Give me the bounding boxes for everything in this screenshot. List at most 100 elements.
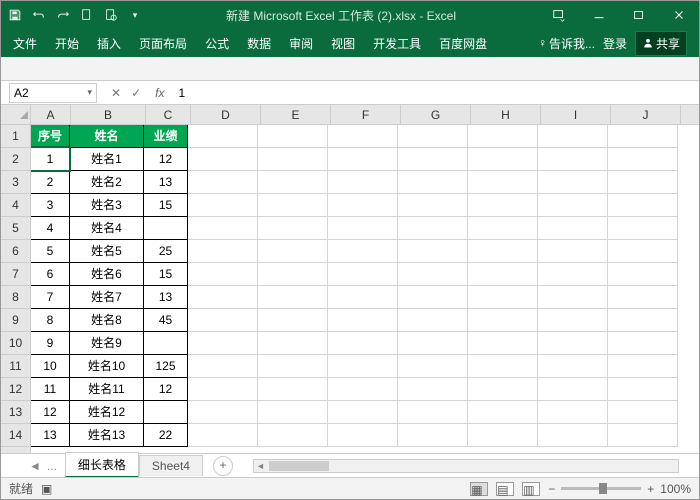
cell[interactable] xyxy=(258,125,328,148)
cell[interactable]: 5 xyxy=(31,239,70,263)
cell[interactable] xyxy=(258,401,328,424)
cell[interactable]: 13 xyxy=(143,285,188,309)
cell[interactable]: 10 xyxy=(31,354,70,378)
cell[interactable] xyxy=(188,171,258,194)
cell[interactable]: 姓名13 xyxy=(69,423,144,447)
ribbon-options-icon[interactable] xyxy=(539,1,579,29)
cell[interactable] xyxy=(258,148,328,171)
row-header[interactable]: 11 xyxy=(1,355,30,378)
cell[interactable] xyxy=(398,263,468,286)
cell[interactable] xyxy=(538,194,608,217)
ribbon-tab-开始[interactable]: 开始 xyxy=(47,30,87,57)
cell[interactable] xyxy=(328,263,398,286)
cell[interactable] xyxy=(188,263,258,286)
cell[interactable] xyxy=(328,355,398,378)
cell[interactable]: 8 xyxy=(31,308,70,332)
cell[interactable] xyxy=(608,240,678,263)
cell[interactable]: 姓名 xyxy=(69,125,144,148)
row-header[interactable]: 13 xyxy=(1,401,30,424)
cell[interactable] xyxy=(328,240,398,263)
cell[interactable] xyxy=(328,148,398,171)
cell[interactable] xyxy=(328,332,398,355)
undo-icon[interactable] xyxy=(31,7,47,23)
cell[interactable] xyxy=(328,309,398,332)
cell[interactable] xyxy=(608,263,678,286)
accept-formula-icon[interactable]: ✓ xyxy=(131,86,141,100)
cell[interactable]: 12 xyxy=(31,400,70,424)
cell[interactable] xyxy=(328,171,398,194)
cell[interactable]: 12 xyxy=(143,147,188,171)
cell[interactable] xyxy=(468,263,538,286)
cell[interactable] xyxy=(468,355,538,378)
save-icon[interactable] xyxy=(7,7,23,23)
cell[interactable] xyxy=(538,401,608,424)
cell[interactable]: 3 xyxy=(31,193,70,217)
zoom-slider[interactable] xyxy=(561,487,641,490)
cell[interactable] xyxy=(538,355,608,378)
macro-record-icon[interactable]: ▣ xyxy=(41,482,52,496)
column-header[interactable]: D xyxy=(191,105,261,124)
cell[interactable]: 1 xyxy=(31,147,70,171)
cell[interactable]: 姓名5 xyxy=(69,239,144,263)
cell[interactable]: 姓名4 xyxy=(69,216,144,240)
cell[interactable] xyxy=(188,286,258,309)
cell[interactable] xyxy=(608,171,678,194)
column-header[interactable]: J xyxy=(611,105,681,124)
cell[interactable] xyxy=(538,125,608,148)
maximize-icon[interactable] xyxy=(619,1,659,29)
fx-icon[interactable]: fx xyxy=(147,86,172,100)
login-link[interactable]: 登录 xyxy=(603,35,627,52)
page-layout-view-icon[interactable]: ▤ xyxy=(496,482,514,496)
cell[interactable] xyxy=(538,263,608,286)
sheet-ellipsis[interactable]: ... xyxy=(47,459,57,473)
cell[interactable] xyxy=(538,332,608,355)
cell[interactable] xyxy=(258,286,328,309)
cell[interactable]: 11 xyxy=(31,377,70,401)
cell[interactable] xyxy=(538,171,608,194)
add-sheet-button[interactable]: + xyxy=(213,456,233,476)
row-header[interactable]: 14 xyxy=(1,424,30,447)
cell[interactable] xyxy=(258,309,328,332)
cell[interactable] xyxy=(608,148,678,171)
cell[interactable]: 姓名10 xyxy=(69,354,144,378)
formula-bar[interactable]: 1 xyxy=(172,86,699,100)
cell[interactable]: 业绩 xyxy=(143,125,188,148)
column-header[interactable]: A xyxy=(31,105,71,124)
cell[interactable]: 姓名2 xyxy=(69,170,144,194)
print-preview-icon[interactable] xyxy=(103,7,119,23)
ribbon-tab-百度网盘[interactable]: 百度网盘 xyxy=(431,30,495,57)
cell[interactable] xyxy=(608,309,678,332)
column-header[interactable]: H xyxy=(471,105,541,124)
cell[interactable]: 12 xyxy=(143,377,188,401)
cell[interactable]: 22 xyxy=(143,423,188,447)
cell[interactable]: 姓名1 xyxy=(69,147,144,171)
cell[interactable]: 序号 xyxy=(31,125,70,148)
scroll-left-icon[interactable]: ◄ xyxy=(254,461,267,471)
cell[interactable] xyxy=(608,217,678,240)
new-icon[interactable] xyxy=(79,7,95,23)
page-break-view-icon[interactable]: ▥ xyxy=(522,482,540,496)
cell[interactable] xyxy=(608,401,678,424)
row-header[interactable]: 12 xyxy=(1,378,30,401)
column-header[interactable]: G xyxy=(401,105,471,124)
cell[interactable] xyxy=(398,286,468,309)
cell[interactable] xyxy=(258,217,328,240)
cancel-formula-icon[interactable]: ✕ xyxy=(111,86,121,100)
zoom-level[interactable]: 100% xyxy=(660,482,691,496)
cell[interactable] xyxy=(538,378,608,401)
chevron-down-icon[interactable]: ▾ xyxy=(87,87,92,98)
cell[interactable] xyxy=(188,148,258,171)
cell[interactable]: 7 xyxy=(31,285,70,309)
cell[interactable]: 6 xyxy=(31,262,70,286)
cell[interactable] xyxy=(398,240,468,263)
cell[interactable]: 2 xyxy=(31,170,70,194)
cell[interactable] xyxy=(188,332,258,355)
cell[interactable] xyxy=(538,240,608,263)
cell[interactable]: 4 xyxy=(31,216,70,240)
cell[interactable] xyxy=(188,309,258,332)
cell[interactable] xyxy=(538,217,608,240)
cell[interactable] xyxy=(468,217,538,240)
cell[interactable] xyxy=(188,217,258,240)
cell[interactable]: 13 xyxy=(143,170,188,194)
column-header[interactable]: I xyxy=(541,105,611,124)
